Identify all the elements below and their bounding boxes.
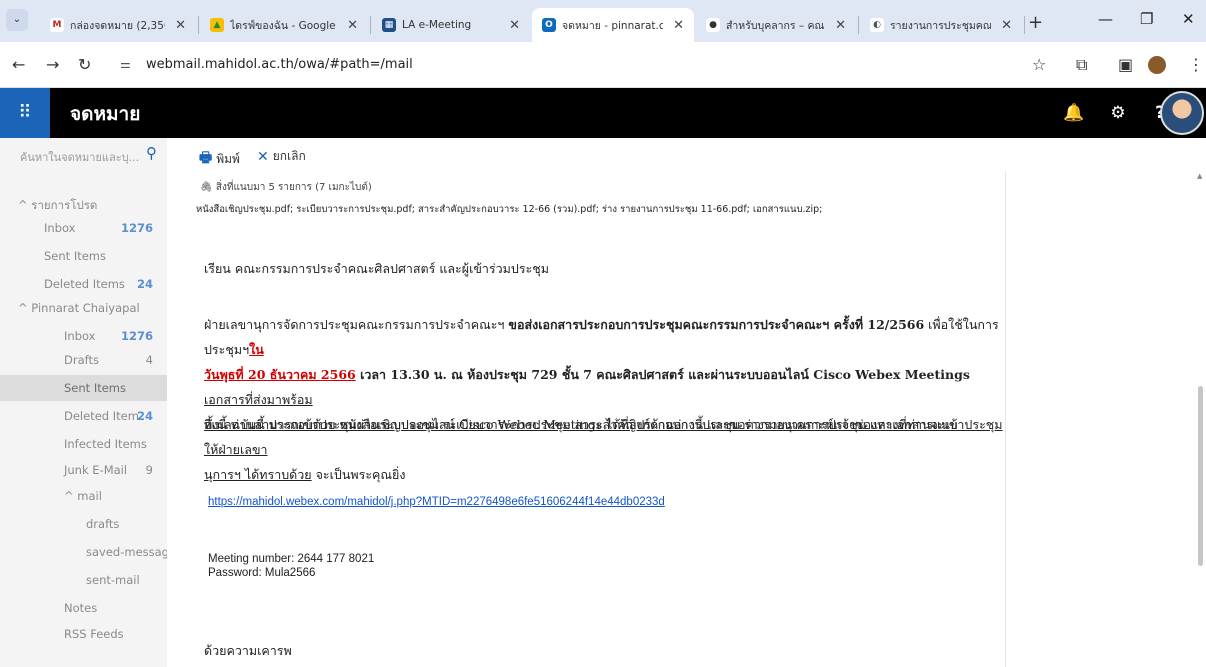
meeting-password: Password: Mula2566 [208,567,316,579]
user-avatar[interactable] [1160,91,1204,135]
browser-tab-staff[interactable]: ● สำหรับบุคลากร – คณะศิ ✕ [696,8,856,42]
folder-deleted-items[interactable]: Deleted Item 24 [0,404,167,428]
paragraph-2: ทั้งนี้ ท่านสามารถเข้าประชุมผ่านระบบออนไ… [204,417,1003,482]
browser-tab-drive[interactable]: ▲ ไดรฟ์ของฉัน - Google ไ ✕ [200,8,368,42]
close-icon[interactable]: ✕ [509,18,520,33]
folder-favorites-header[interactable]: ^ รายการโปรด [0,192,167,216]
reading-pane: 🖇 สิ่งที่แนบมา 5 รายการ (7 เมกะไบต์) หนั… [190,172,1006,667]
app-title: จดหมาย [70,103,141,125]
reload-button[interactable]: ↻ [78,55,91,74]
attachments-summary[interactable]: 🖇 สิ่งที่แนบมา 5 รายการ (7 เมกะไบต์) [200,180,372,195]
webex-meeting-link[interactable]: https://mahidol.webex.com/mahidol/j.php?… [208,496,665,508]
calendar-icon: ▦ [382,18,396,32]
globe-icon: ◐ [870,18,884,32]
scroll-thumb[interactable] [1198,386,1203,566]
browser-tab-gmail[interactable]: M กล่องจดหมาย (2,356) - ✕ [40,8,196,42]
restore-button[interactable]: ❐ [1140,10,1153,28]
folder-inbox-fav[interactable]: Inbox 1276 [0,216,167,240]
folder-sent-items[interactable]: Sent Items [0,375,167,401]
folder-junk-email[interactable]: Junk E-Mail 9 [0,458,167,482]
browser-tab-emeeting[interactable]: ▦ LA e-Meeting ✕ [372,8,530,42]
close-icon[interactable]: ✕ [1001,18,1012,33]
close-icon[interactable]: ✕ [673,18,684,33]
printer-icon: 🖶 [199,150,213,166]
folder-drafts-sub[interactable]: drafts [0,512,167,536]
new-tab-button[interactable]: + [1028,12,1043,33]
outlook-icon: O [542,18,556,32]
back-button[interactable]: ← [12,55,25,74]
folder-infected-items[interactable]: Infected Items [0,432,167,456]
site-info-icon[interactable]: ⚌ [120,57,131,71]
folder-pane: ค้นหาในจดหมายและบุ... ⚲ ^ รายการโปรด Inb… [0,138,167,667]
folder-mail-header[interactable]: ^ mail [0,484,167,508]
folder-sent-fav[interactable]: Sent Items [0,244,167,268]
owa-header: ⠿ จดหมาย 🔔 ⚙ ? [0,88,1206,138]
drive-icon: ▲ [210,18,224,32]
settings-gear-icon[interactable]: ⚙ [1096,88,1140,138]
site-icon: ● [706,18,720,32]
print-button[interactable]: 🖶 พิมพ์ [199,147,240,171]
browser-tab-report[interactable]: ◐ รายงานการประชุมคณะก ✕ [860,8,1022,42]
gmail-icon: M [50,18,64,32]
attachments-list[interactable]: หนังสือเชิญประชุม.pdf; ระเบียบวาระการประ… [196,202,822,217]
folder-notes[interactable]: Notes [0,596,167,620]
close-icon: ✕ [257,148,269,165]
notification-bell-icon[interactable]: 🔔 [1052,88,1096,138]
address-bar[interactable]: ⚌ webmail.mahidol.ac.th/owa/#path=/mail [110,50,1020,80]
folder-rss-feeds[interactable]: RSS Feeds [0,622,167,646]
folder-sent-mail[interactable]: sent-mail [0,568,167,592]
cancel-button[interactable]: ✕ ยกเลิก [257,147,306,166]
close-icon[interactable]: ✕ [835,18,846,33]
browser-tab-outlook[interactable]: O จดหมาย - pinnarat.cha ✕ [532,8,694,42]
browser-tab-strip: ⌄ M กล่องจดหมาย (2,356) - ✕ ▲ ไดรฟ์ของฉั… [0,0,1206,42]
folder-saved-messages[interactable]: saved-messag [0,540,167,564]
bookmark-star-icon[interactable]: ☆ [1032,55,1046,74]
folder-deleted-fav[interactable]: Deleted Items 24 [0,272,167,296]
meeting-number: Meeting number: 2644 177 8021 [208,553,375,565]
browser-toolbar: ← → ↻ ⚌ webmail.mahidol.ac.th/owa/#path=… [0,42,1206,88]
minimize-button[interactable]: — [1098,10,1113,28]
folder-inbox[interactable]: Inbox 1276 [0,324,167,348]
command-bar: 🖶 พิมพ์ ✕ ยกเลิก [167,138,1206,172]
close-icon[interactable]: ✕ [175,18,186,33]
closing: ด้วยความเคารพ [204,643,292,658]
folder-drafts[interactable]: Drafts 4 [0,348,167,372]
extensions-icon[interactable]: ⧉ [1076,55,1087,75]
greeting: เรียน คณะกรรมการประจำคณะศิลปศาสตร์ และผู… [204,261,549,276]
side-panel-icon[interactable]: ▣ [1118,55,1133,74]
close-icon[interactable]: ✕ [347,18,358,33]
reading-scrollbar[interactable]: ▲ [1196,172,1206,667]
scroll-up-icon[interactable]: ▲ [1197,172,1202,180]
search-icon[interactable]: ⚲ [146,144,157,162]
app-launcher-icon[interactable]: ⠿ [0,88,50,138]
search-box[interactable]: ค้นหาในจดหมายและบุ... ⚲ [0,138,167,172]
folder-account-header[interactable]: ^ Pinnarat Chaiyapal [0,296,167,320]
paperclip-icon: 🖇 [200,182,213,193]
tab-search-button[interactable]: ⌄ [6,9,28,31]
profile-avatar[interactable] [1148,56,1166,74]
forward-button[interactable]: → [46,55,59,74]
close-window-button[interactable]: ✕ [1182,10,1195,28]
browser-menu-icon[interactable]: ⋮ [1188,55,1204,74]
